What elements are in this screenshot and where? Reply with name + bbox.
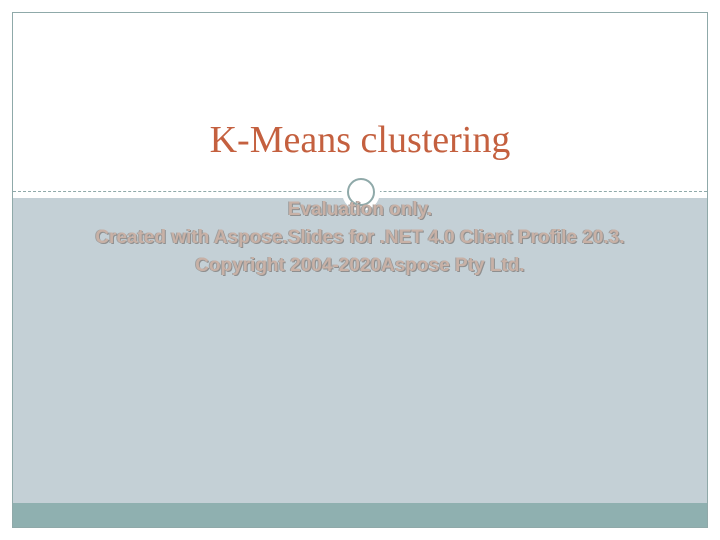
watermark-line-2: Created with Aspose.Slides for .NET 4.0 …: [95, 227, 625, 248]
watermark-line-3: Copyright 2004-2020Aspose Pty Ltd.: [195, 255, 525, 276]
watermark-line-1: Evaluation only.: [287, 199, 433, 220]
slide-title: K-Means clustering: [209, 119, 511, 161]
bottom-bar: [13, 503, 707, 527]
evaluation-watermark: Evaluation only. Created with Aspose.Sli…: [0, 196, 720, 280]
title-area: K-Means clustering: [13, 13, 707, 193]
